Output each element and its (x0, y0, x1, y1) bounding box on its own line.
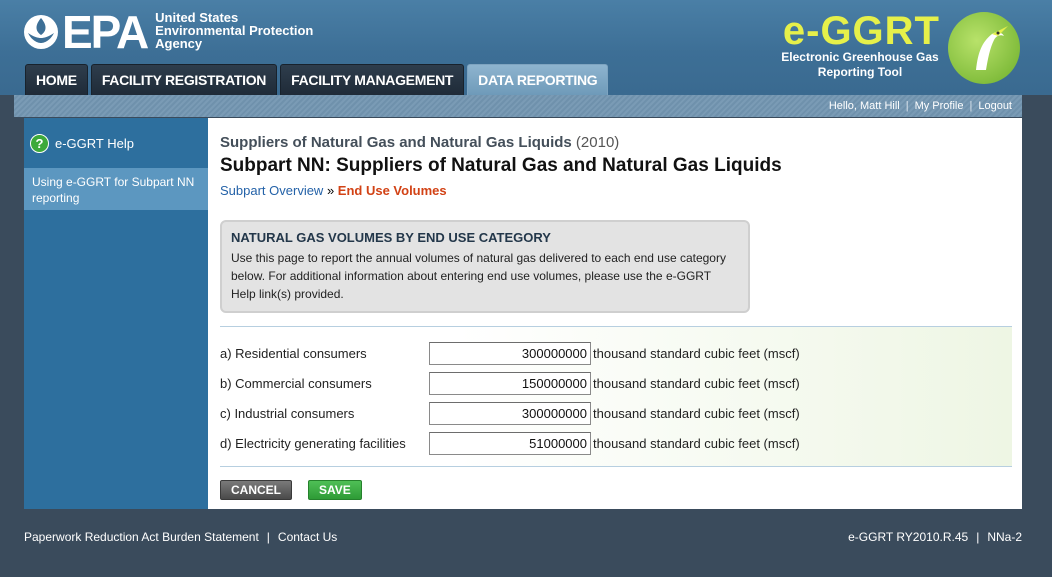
breadcrumb-current: End Use Volumes (337, 183, 447, 198)
page-supertitle: Suppliers of Natural Gas and Natural Gas… (220, 134, 1016, 151)
app-subtitle-line-2: Reporting Tool (817, 65, 903, 79)
sidebar-help-header[interactable]: ? e-GGRT Help (24, 118, 208, 168)
my-profile-link[interactable]: My Profile (915, 100, 964, 112)
agency-line-1: United States (155, 9, 239, 25)
main-content: Suppliers of Natural Gas and Natural Gas… (220, 134, 1016, 500)
industrial-volume-input[interactable] (429, 401, 591, 425)
site-footer: Paperwork Reduction Act Burden Statement… (24, 530, 1022, 544)
breadcrumb-subpart-overview[interactable]: Subpart Overview (220, 183, 323, 198)
info-box: NATURAL GAS VOLUMES BY END USE CATEGORY … (220, 220, 750, 313)
divider: | (905, 100, 909, 112)
sidebar-item-using-eggrt[interactable]: Using e-GGRT for Subpart NN reporting (24, 168, 208, 210)
epa-wordmark: EPA (62, 6, 149, 58)
row-label: d) Electricity generating facilities (220, 435, 406, 451)
info-title: NATURAL GAS VOLUMES BY END USE CATEGORY (231, 230, 551, 245)
tab-data-reporting[interactable]: DATA REPORTING (467, 64, 609, 95)
eggrt-logo: e-GGRT Electronic Greenhouse Gas Reporti… (780, 9, 1020, 84)
breadcrumb: Subpart Overview » End Use Volumes (220, 183, 1016, 198)
logout-link[interactable]: Logout (978, 100, 1012, 112)
form-row-residential: a) Residential consumers thousand standa… (220, 341, 800, 365)
save-button[interactable]: SAVE (308, 480, 362, 500)
row-label: a) Residential consumers (220, 345, 367, 361)
row-unit: thousand standard cubic feet (mscf) (593, 345, 800, 361)
user-greeting: Hello, Matt Hill (828, 100, 900, 112)
app-title: e-GGRT (782, 9, 940, 53)
supertitle-text: Suppliers of Natural Gas and Natural Gas… (220, 134, 572, 151)
agency-name: United States Environmental Protection A… (155, 11, 313, 50)
site-header: EPA United States Environmental Protecti… (0, 0, 1052, 95)
tab-facility-registration[interactable]: FACILITY REGISTRATION (90, 64, 278, 95)
residential-volume-input[interactable] (429, 341, 591, 365)
app-subtitle: Electronic Greenhouse Gas Reporting Tool (780, 50, 940, 80)
user-bar: Hello, Matt Hill | My Profile | Logout (14, 95, 1022, 117)
cancel-button[interactable]: CANCEL (220, 480, 292, 500)
version-text: e-GGRT RY2010.R.45 (848, 530, 969, 544)
row-unit: thousand standard cubic feet (mscf) (593, 435, 800, 451)
footer-version: e-GGRT RY2010.R.45 | NNa-2 (848, 530, 1022, 544)
contact-us-link[interactable]: Contact Us (278, 530, 337, 544)
page-title: Subpart NN: Suppliers of Natural Gas and… (220, 155, 782, 176)
heron-logo-icon (948, 12, 1020, 84)
divider: | (976, 530, 980, 544)
epa-logo[interactable]: EPA United States Environmental Protecti… (22, 6, 313, 58)
electricity-volume-input[interactable] (429, 431, 591, 455)
breadcrumb-separator: » (323, 183, 338, 198)
tab-home[interactable]: HOME (25, 64, 88, 95)
page-code: NNa-2 (987, 530, 1022, 544)
row-unit: thousand standard cubic feet (mscf) (593, 405, 800, 421)
form-row-commercial: b) Commercial consumers thousand standar… (220, 371, 800, 395)
help-icon: ? (30, 133, 49, 153)
end-use-volumes-form: a) Residential consumers thousand standa… (220, 326, 1012, 467)
sidebar-help-label: e-GGRT Help (55, 135, 134, 151)
main-shell: ? e-GGRT Help Using e-GGRT for Subpart N… (24, 118, 1022, 509)
divider: | (266, 530, 270, 544)
agency-line-3: Agency (155, 35, 203, 51)
epa-flower-icon (22, 13, 60, 51)
reporting-year: (2010) (575, 134, 620, 151)
agency-line-2: Environmental Protection (155, 22, 314, 38)
row-unit: thousand standard cubic feet (mscf) (593, 375, 800, 391)
paperwork-link[interactable]: Paperwork Reduction Act Burden Statement (24, 530, 259, 544)
row-label: b) Commercial consumers (220, 375, 372, 391)
sidebar: ? e-GGRT Help Using e-GGRT for Subpart N… (24, 118, 208, 509)
commercial-volume-input[interactable] (429, 371, 591, 395)
form-actions: CANCEL SAVE (220, 480, 362, 500)
row-label: c) Industrial consumers (220, 405, 355, 421)
form-row-industrial: c) Industrial consumers thousand standar… (220, 401, 800, 425)
info-text: Use this page to report the annual volum… (231, 251, 726, 301)
divider: | (969, 100, 973, 112)
form-row-electricity: d) Electricity generating facilities tho… (220, 431, 800, 455)
tab-facility-management[interactable]: FACILITY MANAGEMENT (280, 64, 465, 95)
main-nav-tabs: HOME FACILITY REGISTRATION FACILITY MANA… (25, 64, 609, 95)
